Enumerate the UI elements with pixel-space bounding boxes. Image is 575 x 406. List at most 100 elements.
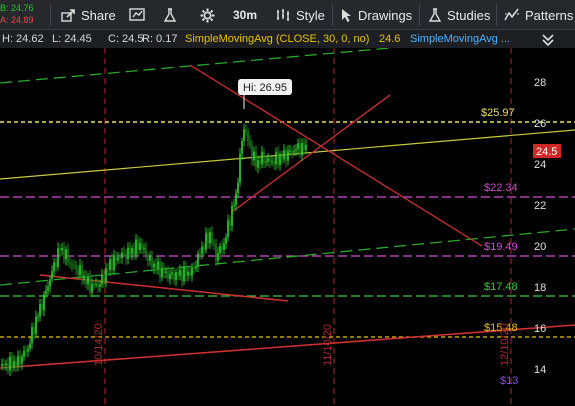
candle-body bbox=[139, 243, 141, 251]
candle-body bbox=[291, 150, 293, 153]
candlestick-series bbox=[1, 123, 307, 377]
candle-body bbox=[301, 142, 303, 156]
candle-body bbox=[57, 248, 59, 268]
candle-body bbox=[261, 151, 263, 165]
candle-body bbox=[189, 271, 191, 276]
range-readout: R: 0.17 bbox=[142, 33, 178, 45]
candle-body bbox=[279, 155, 281, 165]
share-button[interactable]: Share bbox=[56, 3, 121, 27]
candle-body bbox=[195, 266, 197, 269]
candle-body bbox=[73, 265, 75, 267]
flask-icon bbox=[163, 7, 177, 23]
candle-body bbox=[143, 247, 145, 249]
candle-body bbox=[229, 220, 231, 226]
date-label-nov-10: 11/10/20 bbox=[322, 324, 334, 366]
candle-body bbox=[89, 276, 91, 293]
level-label-13: $13 bbox=[500, 375, 518, 387]
triangle-upper-line bbox=[189, 64, 483, 247]
candle-body bbox=[305, 144, 307, 151]
candle-body bbox=[135, 239, 137, 255]
candle-body bbox=[121, 252, 123, 259]
studies-button[interactable]: Studies bbox=[423, 3, 495, 27]
candle-body bbox=[127, 247, 129, 260]
level-label-22-34: $22.34 bbox=[484, 182, 518, 194]
candle-body bbox=[83, 275, 85, 280]
candle-body bbox=[289, 150, 291, 152]
candle-body bbox=[225, 237, 227, 244]
candle-body bbox=[31, 327, 33, 344]
candle-body bbox=[29, 343, 31, 349]
candle-body bbox=[153, 263, 155, 268]
candle-body bbox=[197, 253, 199, 267]
last-price-tag: 24.5 bbox=[533, 144, 561, 158]
axis-tick: 26 bbox=[534, 118, 546, 130]
toolbar-divider bbox=[50, 4, 51, 26]
candle-body bbox=[281, 155, 283, 160]
red-short-line bbox=[39, 274, 289, 302]
candle-body bbox=[147, 257, 149, 261]
candle-body bbox=[221, 246, 223, 250]
axis-tick: 20 bbox=[534, 241, 546, 253]
study-sma30-label[interactable]: SimpleMovingAvg (CLOSE, 30, 0, no) bbox=[185, 30, 369, 48]
candle-body bbox=[53, 262, 55, 272]
price-chart[interactable]: Hi: 26.95 $25.97 $22.34 $19.49 $17.48 $1… bbox=[0, 48, 575, 406]
candle-body bbox=[69, 262, 71, 264]
patterns-icon bbox=[504, 8, 520, 22]
gear-button[interactable] bbox=[195, 3, 220, 27]
last-price-text: 24.5 bbox=[536, 146, 557, 158]
patterns-label: Patterns bbox=[525, 7, 574, 23]
candle-body bbox=[77, 269, 79, 275]
patterns-button[interactable]: Patterns bbox=[499, 3, 575, 27]
high-callout-text: Hi: 26.95 bbox=[243, 82, 287, 94]
candle-body bbox=[51, 271, 53, 280]
candle-body bbox=[47, 286, 49, 291]
toolbar-divider bbox=[419, 4, 420, 26]
candle-body bbox=[191, 267, 193, 276]
candle-body bbox=[113, 255, 115, 271]
candle-body bbox=[175, 272, 177, 281]
candle-body bbox=[133, 248, 135, 255]
candle-body bbox=[285, 150, 287, 161]
candle-body bbox=[171, 272, 173, 275]
close-readout: C: 24.5 bbox=[108, 33, 144, 45]
candle-body bbox=[231, 206, 233, 226]
candle-body bbox=[179, 269, 181, 276]
candle-body bbox=[159, 261, 161, 278]
candle-body bbox=[67, 249, 69, 263]
candle-body bbox=[241, 141, 243, 154]
share-icon bbox=[61, 8, 76, 22]
candle-body bbox=[25, 351, 27, 353]
candle-body bbox=[295, 149, 297, 151]
collapse-button[interactable] bbox=[536, 30, 575, 48]
level-label-17-48: $17.48 bbox=[484, 281, 518, 293]
candle-body bbox=[43, 294, 45, 311]
high-callout: Hi: 26.95 bbox=[238, 79, 292, 109]
chart-settings-icon bbox=[129, 8, 145, 22]
candle-body bbox=[257, 160, 259, 168]
candle-body bbox=[173, 272, 175, 281]
candle-body bbox=[253, 151, 255, 161]
upper-channel-line bbox=[0, 48, 391, 84]
studies-label: Studies bbox=[447, 7, 491, 23]
candle-body bbox=[193, 267, 195, 269]
style-icon bbox=[275, 8, 291, 22]
candle-body bbox=[49, 279, 51, 287]
style-button[interactable]: Style bbox=[270, 3, 330, 27]
timeframe-selector[interactable]: 30m bbox=[228, 3, 262, 27]
candle-body bbox=[207, 233, 209, 244]
candle-body bbox=[161, 267, 163, 278]
chart-settings-button[interactable] bbox=[124, 3, 150, 27]
candle-body bbox=[227, 220, 229, 238]
candle-body bbox=[109, 259, 111, 270]
candle-body bbox=[239, 153, 241, 183]
candle-body bbox=[237, 182, 239, 194]
candle-body bbox=[111, 259, 113, 271]
candle-body bbox=[87, 276, 89, 285]
flask-button[interactable] bbox=[158, 3, 182, 27]
study-sma2-label[interactable]: SimpleMovingAvg ... bbox=[410, 30, 510, 48]
candle-body bbox=[157, 261, 159, 270]
drawings-button[interactable]: Drawings bbox=[336, 3, 417, 27]
low-readout: L: 24.45 bbox=[52, 33, 92, 45]
toolbar-divider bbox=[332, 4, 333, 26]
candle-body bbox=[129, 247, 131, 255]
